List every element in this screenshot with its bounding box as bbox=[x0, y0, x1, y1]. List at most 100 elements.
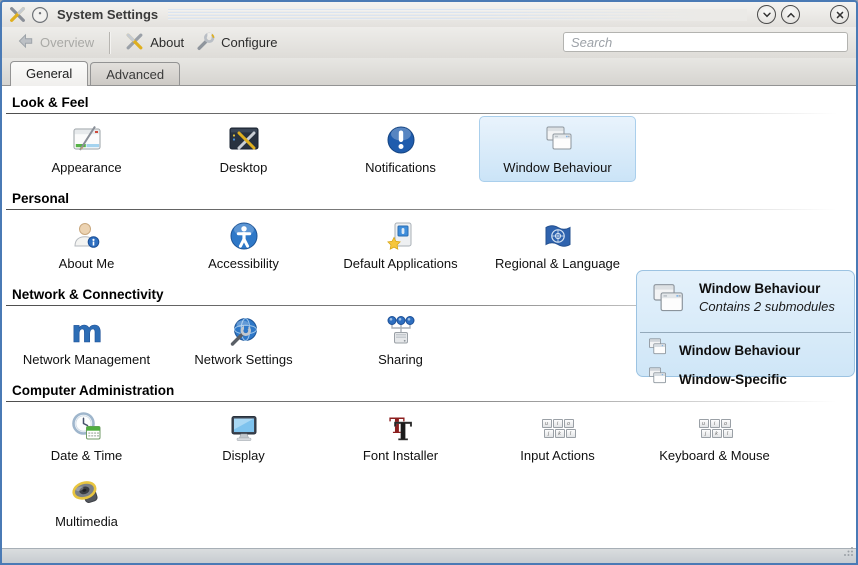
flag-icon bbox=[480, 218, 635, 254]
module-window-behaviour[interactable]: Window Behaviour bbox=[479, 116, 636, 182]
key-cap: k bbox=[555, 429, 565, 438]
submodule-label: Window Behaviour bbox=[679, 343, 800, 358]
window-menu-button[interactable] bbox=[31, 6, 49, 24]
configure-button[interactable]: Configure bbox=[190, 29, 283, 57]
toolbar-separator bbox=[109, 32, 110, 54]
module-input-actions[interactable]: uio jkl Input Actions bbox=[479, 404, 636, 470]
module-date-time[interactable]: Date & Time bbox=[8, 404, 165, 470]
settings-content: Look & Feel Appearance Desktop Notificat… bbox=[2, 86, 856, 548]
module-label: Network Management bbox=[9, 352, 164, 367]
window-behaviour-icon bbox=[480, 122, 635, 158]
section-row-personal: About Me Accessibility Default Applicati… bbox=[8, 210, 803, 278]
module-label: Notifications bbox=[323, 160, 478, 175]
key-cap: j bbox=[701, 429, 711, 438]
module-sharing[interactable]: Sharing bbox=[322, 308, 479, 374]
module-about-me[interactable]: About Me bbox=[8, 212, 165, 278]
module-label: About Me bbox=[9, 256, 164, 271]
key-cap: o bbox=[564, 419, 574, 428]
window-specific-icon-small bbox=[647, 366, 668, 392]
submodule-window-behaviour[interactable]: Window Behaviour bbox=[637, 335, 854, 364]
sharing-icon bbox=[323, 314, 478, 350]
back-arrow-icon bbox=[16, 32, 34, 53]
about-button[interactable]: About bbox=[119, 29, 190, 57]
fonts-icon: TT bbox=[323, 410, 478, 446]
network-management-icon: m bbox=[9, 314, 164, 350]
module-notifications[interactable]: Notifications bbox=[322, 116, 479, 182]
key-cap: i bbox=[710, 419, 720, 428]
keyboard-keys-icon: uio jkl bbox=[637, 410, 792, 446]
system-settings-app-icon bbox=[9, 6, 26, 23]
module-appearance[interactable]: Appearance bbox=[8, 116, 165, 182]
key-cap: u bbox=[542, 419, 552, 428]
default-applications-icon bbox=[323, 218, 478, 254]
module-label: Keyboard & Mouse bbox=[637, 448, 792, 463]
module-label: Sharing bbox=[323, 352, 478, 367]
key-cap: l bbox=[723, 429, 733, 438]
section-title-look-and-feel: Look & Feel bbox=[12, 95, 856, 110]
about-label: About bbox=[150, 35, 184, 50]
section-row-look-and-feel: Appearance Desktop Notifications Window … bbox=[8, 114, 803, 182]
module-keyboard-mouse[interactable]: uio jkl Keyboard & Mouse bbox=[636, 404, 793, 470]
module-regional-language[interactable]: Regional & Language bbox=[479, 212, 636, 278]
module-tooltip: Window Behaviour Contains 2 submodules W… bbox=[636, 270, 855, 377]
keyboard-keys-icon: uio jkl bbox=[480, 410, 635, 446]
notifications-icon bbox=[323, 122, 478, 158]
overview-button[interactable]: Overview bbox=[10, 29, 100, 56]
svg-text:m: m bbox=[71, 315, 102, 349]
submodule-window-specific[interactable]: Window-Specific bbox=[637, 364, 854, 393]
clock-calendar-icon bbox=[9, 410, 164, 446]
tab-advanced[interactable]: Advanced bbox=[90, 62, 180, 85]
svg-text:T: T bbox=[394, 417, 412, 445]
tooltip-divider bbox=[640, 332, 851, 333]
module-desktop[interactable]: Desktop bbox=[165, 116, 322, 182]
user-info-icon bbox=[9, 218, 164, 254]
key-cap: k bbox=[712, 429, 722, 438]
overview-label: Overview bbox=[40, 35, 94, 50]
module-label: Display bbox=[166, 448, 321, 463]
module-label: Window Behaviour bbox=[480, 160, 635, 175]
system-settings-window: System Settings Overview Abo bbox=[0, 0, 858, 565]
module-label: Date & Time bbox=[9, 448, 164, 463]
module-network-settings[interactable]: Network Settings bbox=[165, 308, 322, 374]
accessibility-icon bbox=[166, 218, 321, 254]
tab-bar: General Advanced bbox=[2, 58, 856, 86]
section-row-computer-administration: Date & Time Display TT Font Installer ui… bbox=[8, 402, 803, 536]
close-button[interactable] bbox=[830, 5, 849, 24]
module-display[interactable]: Display bbox=[165, 404, 322, 470]
wrench-icon bbox=[196, 32, 215, 54]
module-label: Accessibility bbox=[166, 256, 321, 271]
module-network-management[interactable]: m Network Management bbox=[8, 308, 165, 374]
titlebar-decoration bbox=[168, 9, 747, 21]
module-label: Desktop bbox=[166, 160, 321, 175]
module-label: Network Settings bbox=[166, 352, 321, 367]
module-label: Input Actions bbox=[480, 448, 635, 463]
configure-label: Configure bbox=[221, 35, 277, 50]
module-multimedia[interactable]: Multimedia bbox=[8, 470, 165, 536]
maximize-button[interactable] bbox=[781, 5, 800, 24]
key-cap: i bbox=[553, 419, 563, 428]
module-default-applications[interactable]: Default Applications bbox=[322, 212, 479, 278]
minimize-button[interactable] bbox=[757, 5, 776, 24]
module-font-installer[interactable]: TT Font Installer bbox=[322, 404, 479, 470]
module-label: Font Installer bbox=[323, 448, 478, 463]
titlebar[interactable]: System Settings bbox=[2, 2, 856, 27]
module-accessibility[interactable]: Accessibility bbox=[165, 212, 322, 278]
key-cap: j bbox=[544, 429, 554, 438]
speaker-icon bbox=[9, 476, 164, 512]
submodule-label: Window-Specific bbox=[679, 372, 787, 387]
tab-general[interactable]: General bbox=[10, 61, 88, 86]
search-input[interactable] bbox=[563, 32, 848, 52]
globe-wrench-icon bbox=[166, 314, 321, 350]
tooltip-header: Window Behaviour Contains 2 submodules bbox=[637, 277, 854, 329]
key-cap: u bbox=[699, 419, 709, 428]
resize-grip[interactable] bbox=[844, 543, 854, 561]
window-behaviour-icon-large bbox=[647, 280, 687, 325]
toolbar: Overview About Configure bbox=[2, 27, 856, 58]
key-cap: l bbox=[566, 429, 576, 438]
section-title-personal: Personal bbox=[12, 191, 856, 206]
module-label: Regional & Language bbox=[480, 256, 635, 271]
crossed-tools-icon bbox=[125, 32, 144, 54]
desktop-icon bbox=[166, 122, 321, 158]
module-label: Multimedia bbox=[9, 514, 164, 529]
key-cap: o bbox=[721, 419, 731, 428]
